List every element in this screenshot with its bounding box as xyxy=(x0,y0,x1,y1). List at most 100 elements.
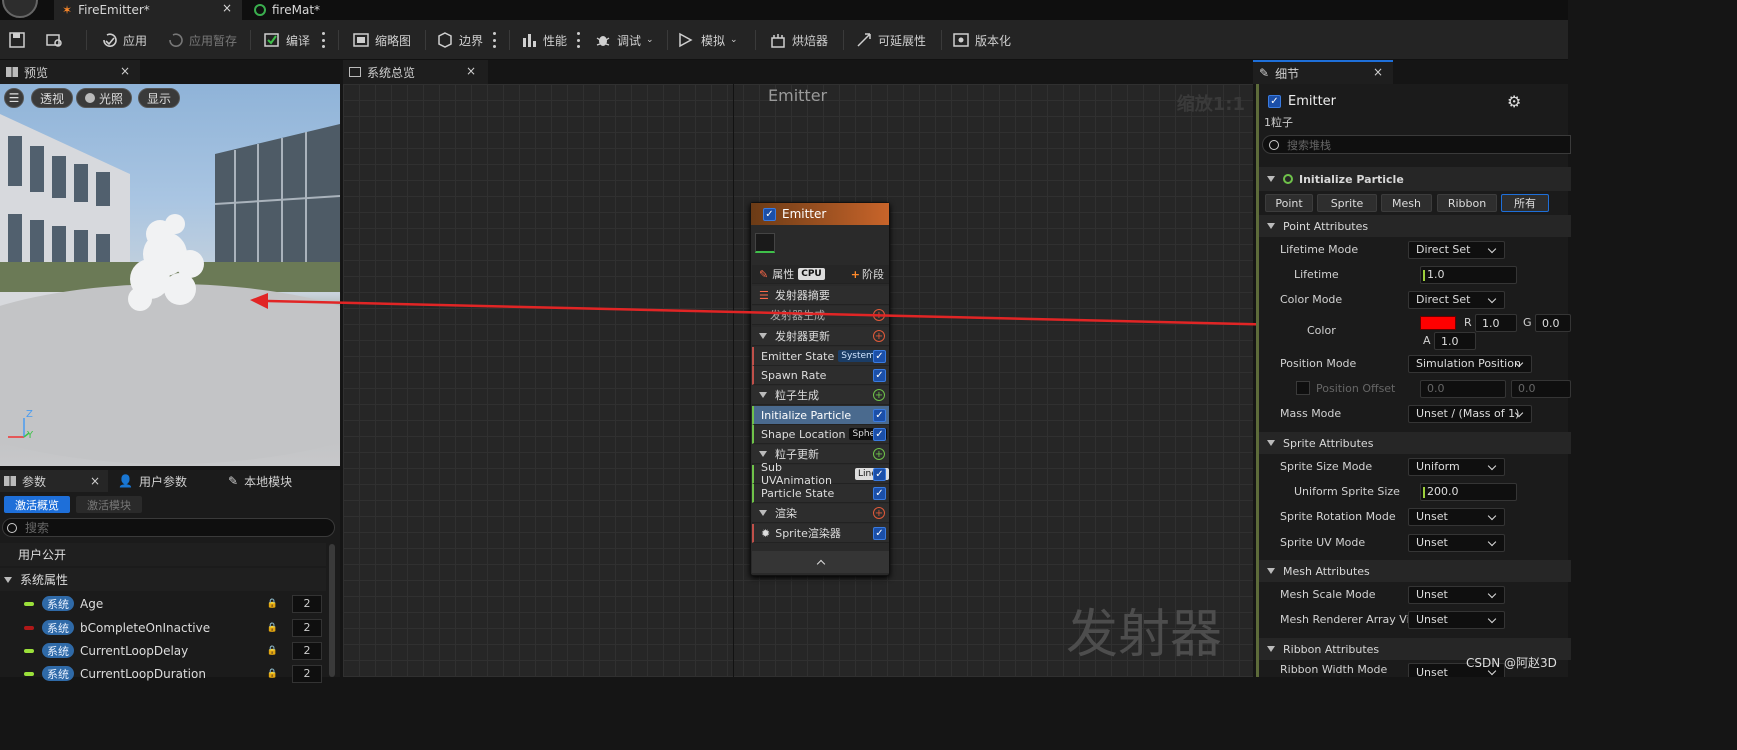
position-offset-x[interactable]: 0.0 xyxy=(1420,379,1506,398)
show-button[interactable]: 显示 xyxy=(138,88,181,108)
sprite-uv-mode-dropdown[interactable]: Unset xyxy=(1408,533,1505,552)
enable-checkbox[interactable]: ✓ xyxy=(873,408,886,422)
filter-sprite[interactable]: Sprite xyxy=(1317,194,1377,212)
lifetime-field[interactable]: 1.0 xyxy=(1420,265,1517,284)
bounds-button[interactable]: 边界 xyxy=(436,29,483,51)
add-module-icon[interactable]: + xyxy=(873,448,885,460)
app-logo[interactable] xyxy=(2,0,38,18)
apply-pause-button[interactable]: 应用暂存 xyxy=(166,29,237,51)
performance-options-icon[interactable] xyxy=(576,32,580,48)
emitter-spawn-row[interactable]: 发射器生成 + xyxy=(752,306,889,325)
close-icon[interactable]: × xyxy=(1373,65,1383,79)
enable-checkbox[interactable]: ✓ xyxy=(873,526,886,540)
param-row[interactable]: 系统 Age 🔒 2 xyxy=(0,592,326,615)
stack-search-input[interactable]: 搜索堆栈 xyxy=(1262,135,1571,154)
add-stage-button[interactable]: + 阶段 xyxy=(851,266,884,282)
preview-tab[interactable]: 预览 × xyxy=(0,60,140,84)
add-module-icon[interactable]: + xyxy=(873,330,885,342)
enable-checkbox[interactable]: ✓ xyxy=(873,349,886,363)
emitter-enable-checkbox[interactable]: ✓ xyxy=(1268,95,1281,108)
uniform-sprite-size-field[interactable]: 200.0 xyxy=(1420,482,1517,501)
sprite-rotation-mode-dropdown[interactable]: Unset xyxy=(1408,507,1505,526)
color-swatch[interactable] xyxy=(1420,316,1456,330)
enable-checkbox[interactable]: ✓ xyxy=(873,427,886,441)
tab-user-params[interactable]: 👤 用户参数 xyxy=(118,470,187,492)
search-input[interactable]: 搜索 xyxy=(2,518,335,537)
position-offset-checkbox[interactable] xyxy=(1296,381,1310,395)
active-modules-button[interactable]: 激活模块 xyxy=(76,496,142,513)
section-sprite-attributes[interactable]: Sprite Attributes xyxy=(1259,432,1571,454)
mass-mode-dropdown[interactable]: Unset / (Mass of 1) xyxy=(1408,404,1532,423)
bounds-options-icon[interactable] xyxy=(492,32,496,48)
sprite-size-mode-dropdown[interactable]: Uniform xyxy=(1408,457,1505,476)
close-icon[interactable]: × xyxy=(120,64,130,78)
node-properties-row[interactable]: ✎ 属性 CPU + 阶段 xyxy=(752,265,889,284)
enable-checkbox[interactable]: ✓ xyxy=(873,368,886,382)
add-module-icon[interactable]: + xyxy=(873,309,885,321)
param-value[interactable]: 2 xyxy=(292,618,322,637)
tab-params[interactable]: 参数 × xyxy=(0,470,108,492)
compile-options-icon[interactable] xyxy=(321,32,325,48)
filter-ribbon[interactable]: Ribbon xyxy=(1437,194,1497,212)
close-icon[interactable]: × xyxy=(466,64,476,78)
performance-button[interactable]: 性能 xyxy=(520,29,567,51)
emitter-state-row[interactable]: Emitter State System ✓ xyxy=(752,347,889,366)
section-system-attrs[interactable]: 系统属性 xyxy=(0,568,326,591)
color-g-field[interactable]: 0.0 xyxy=(1535,314,1571,332)
emitter-summary-row[interactable]: ☰ 发射器摘要 xyxy=(752,286,889,305)
filter-all[interactable]: 所有 xyxy=(1501,194,1549,212)
emitter-node[interactable]: ✓ Emitter ✎ 属性 CPU + 阶段 ☰ 发射器摘要 发射器生成 + 发射器… xyxy=(750,202,890,576)
color-r-field[interactable]: 1.0 xyxy=(1475,314,1517,332)
enable-checkbox[interactable]: ✓ xyxy=(873,467,886,481)
compile-button[interactable]: 编译 xyxy=(263,29,310,51)
active-overview-button[interactable]: 激活概览 xyxy=(4,496,70,513)
apply-button[interactable]: 应用 xyxy=(100,29,147,51)
filter-mesh[interactable]: Mesh xyxy=(1381,194,1432,212)
add-module-icon[interactable]: + xyxy=(873,507,885,519)
versioning-button[interactable]: 版本化 xyxy=(952,29,1011,51)
render-row[interactable]: 渲染 + xyxy=(752,504,889,523)
browse-button[interactable] xyxy=(46,29,64,51)
tab-fire-emitter[interactable]: ✶ FireEmitter* × xyxy=(54,0,242,20)
scrollbar[interactable] xyxy=(329,544,335,677)
close-icon[interactable]: × xyxy=(222,1,232,15)
preview-viewport[interactable]: ☰ 透视 光照 显示 Z Y xyxy=(0,84,340,466)
param-row[interactable]: 系统 bCompleteOnInactive 🔒 2 xyxy=(0,616,326,639)
mesh-scale-mode-dropdown[interactable]: Unset xyxy=(1408,585,1505,604)
scalability-button[interactable]: 可延展性 xyxy=(855,29,926,51)
graph-tab[interactable]: 系统总览 × xyxy=(343,60,488,84)
param-row[interactable]: 系统 CurrentLoopDuration 🔒 2 xyxy=(0,662,326,685)
gear-icon[interactable]: ⚙ xyxy=(1507,92,1521,111)
filter-point[interactable]: Point xyxy=(1265,194,1313,212)
shape-location-row[interactable]: Shape Location Sphere ✓ xyxy=(752,425,889,444)
debug-button[interactable]: 调试 ⌄ xyxy=(594,29,654,51)
section-user-public[interactable]: 用户公开 xyxy=(0,543,326,566)
perspective-button[interactable]: 透视 xyxy=(31,88,74,108)
enable-checkbox[interactable]: ✓ xyxy=(763,207,776,221)
save-button[interactable] xyxy=(8,29,26,51)
color-a-field[interactable]: 1.0 xyxy=(1434,332,1476,350)
sub-uv-row[interactable]: Sub UVAnimation Linear ✓ xyxy=(752,461,889,487)
simulate-button[interactable]: 模拟 ⌄ xyxy=(678,29,738,51)
section-mesh-attributes[interactable]: Mesh Attributes xyxy=(1259,560,1571,582)
lit-button[interactable]: 光照 xyxy=(76,88,133,108)
thumbnail-button[interactable]: 缩略图 xyxy=(352,29,411,51)
color-mode-dropdown[interactable]: Direct Set xyxy=(1408,290,1505,309)
menu-button[interactable]: ☰ xyxy=(4,88,24,108)
sprite-renderer-row[interactable]: ✹ Sprite渲染器 ✓ xyxy=(752,524,889,543)
param-row[interactable]: 系统 CurrentLoopDelay 🔒 2 xyxy=(0,639,326,662)
section-point-attributes[interactable]: Point Attributes xyxy=(1259,215,1571,237)
mesh-renderer-dropdown[interactable]: Unset xyxy=(1408,610,1505,629)
param-value[interactable]: 2 xyxy=(292,594,322,613)
initialize-particle-row[interactable]: Initialize Particle ✓ xyxy=(752,406,889,425)
param-value[interactable]: 2 xyxy=(292,641,322,660)
baker-button[interactable]: 烘焙器 xyxy=(769,29,828,51)
tab-local-modules[interactable]: ✎ 本地模块 xyxy=(228,470,292,492)
particle-spawn-row[interactable]: 粒子生成 + xyxy=(752,386,889,405)
node-header[interactable]: ✓ Emitter xyxy=(751,203,889,225)
emitter-update-row[interactable]: 发射器更新 + xyxy=(752,327,889,346)
module-header-initialize-particle[interactable]: Initialize Particle xyxy=(1259,167,1571,191)
particle-state-row[interactable]: Particle State ✓ xyxy=(752,484,889,503)
lifetime-mode-dropdown[interactable]: Direct Set xyxy=(1408,240,1505,259)
details-tab[interactable]: ✎ 细节 × xyxy=(1253,60,1393,84)
